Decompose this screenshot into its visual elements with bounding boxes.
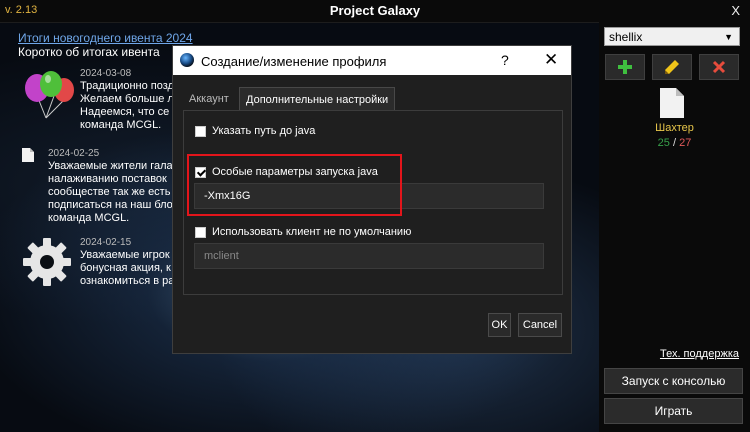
chevron-down-icon: ▼ [724, 32, 733, 42]
custom-client-input[interactable]: mclient [194, 243, 544, 269]
document-icon [22, 148, 34, 162]
news-date: 2024-02-25 [48, 148, 100, 159]
app-logo-icon [180, 53, 194, 67]
profile-dialog: Создание/изменение профиля ? ✕ Аккаунт Д… [172, 45, 572, 354]
profile-online-count: 25 / 27 [657, 137, 692, 149]
java-path-checkbox[interactable] [195, 125, 206, 137]
java-params-label: Особые параметры запуска java [212, 166, 378, 178]
tab-account[interactable]: Аккаунт [183, 87, 235, 111]
java-params-input[interactable]: -Xmx16G [194, 183, 544, 209]
right-panel: shellix ▼ Шахтер 25 / 27 Тех. поддержка … [599, 22, 750, 432]
ok-button[interactable]: OK [488, 313, 511, 337]
dialog-titlebar: Создание/изменение профиля ? ✕ [173, 46, 571, 75]
profile-name[interactable]: Шахтер [599, 122, 750, 134]
custom-client-label: Использовать клиент не по умолчанию [212, 226, 412, 238]
play-button[interactable]: Играть [604, 398, 743, 424]
user-select[interactable]: shellix ▼ [604, 27, 740, 46]
java-params-checkbox[interactable] [195, 166, 206, 178]
custom-client-checkbox[interactable] [195, 226, 206, 238]
news-headline-subtitle: Коротко об итогах ивента [18, 45, 160, 59]
news-text: Уважаемые жители гала налаживанию постав… [48, 160, 173, 224]
java-params-option[interactable]: Особые параметры запуска java [195, 164, 378, 180]
help-button[interactable]: ? [501, 52, 509, 68]
balloons-icon [25, 71, 74, 119]
edit-profile-button[interactable] [652, 54, 692, 80]
support-link[interactable]: Тех. поддержка [660, 348, 739, 360]
java-path-label: Указать путь до java [212, 125, 316, 137]
news-text: Уважаемые игрок бонусная акция, к ознако… [80, 249, 175, 287]
plus-icon [618, 60, 632, 74]
title-bar: v. 2.13 Project Galaxy X [0, 0, 750, 23]
delete-profile-button[interactable] [699, 54, 739, 80]
user-select-value: shellix [609, 30, 643, 44]
dialog-title: Создание/изменение профиля [201, 54, 387, 69]
gear-icon [23, 238, 71, 286]
tab-advanced-settings[interactable]: Дополнительные настройки [239, 87, 396, 111]
window-close-button[interactable]: X [731, 3, 740, 18]
dialog-close-button[interactable]: ✕ [544, 50, 558, 70]
java-path-option[interactable]: Указать путь до java [195, 123, 315, 139]
console-launch-button[interactable]: Запуск с консолью [604, 368, 743, 394]
cross-icon [712, 60, 726, 74]
profile-document-icon[interactable] [660, 88, 684, 118]
pencil-icon [665, 60, 679, 74]
cancel-button[interactable]: Cancel [518, 313, 562, 337]
news-headline-link[interactable]: Итоги новогоднего ивента 2024 [18, 31, 193, 45]
custom-client-option[interactable]: Использовать клиент не по умолчанию [195, 224, 411, 240]
news-date: 2024-02-15 [80, 237, 132, 248]
news-date: 2024-03-08 [80, 68, 132, 79]
news-text: Традиционно позд Желаем больше л Надеемс… [80, 80, 174, 131]
app-title: Project Galaxy [329, 3, 421, 18]
add-profile-button[interactable] [605, 54, 645, 80]
